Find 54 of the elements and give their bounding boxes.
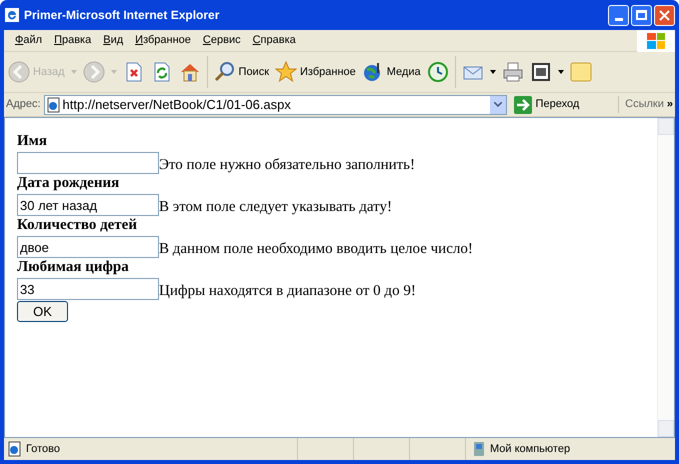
caret-icon bbox=[558, 70, 564, 74]
arrow-icon bbox=[514, 96, 532, 114]
menu-item[interactable]: Файл bbox=[10, 32, 48, 49]
document-icon bbox=[530, 61, 552, 83]
star-icon bbox=[275, 61, 298, 83]
validation-message: В этом поле следует указывать дату! bbox=[159, 198, 392, 216]
note-icon bbox=[570, 61, 592, 83]
field-label: Дата рождения bbox=[17, 174, 120, 192]
house-icon bbox=[178, 61, 201, 83]
close-button[interactable] bbox=[654, 4, 675, 26]
zone-text: Мой компьютер bbox=[490, 442, 570, 457]
address-label: Адрес: bbox=[6, 97, 41, 112]
browser-icon bbox=[4, 7, 20, 23]
validation-message: Это поле нужно обязательно заполнить! bbox=[159, 156, 416, 174]
caret-icon bbox=[110, 70, 117, 74]
caret-icon bbox=[70, 70, 77, 74]
validation-message: Цифры находятся в диапазоне от 0 до 9! bbox=[159, 282, 416, 300]
media-button[interactable]: Медиа bbox=[362, 54, 421, 90]
caret-icon bbox=[490, 70, 496, 74]
page-icon bbox=[7, 441, 23, 457]
menu-item[interactable]: Сервис bbox=[198, 32, 246, 49]
clock-icon bbox=[426, 61, 449, 83]
field-label: Количество детей bbox=[17, 216, 138, 234]
menu-item[interactable]: Справка bbox=[248, 32, 301, 49]
input-field[interactable]: двое bbox=[17, 236, 159, 258]
close-icon bbox=[659, 10, 670, 20]
menu-item[interactable]: Вид bbox=[98, 32, 128, 49]
windows-logo bbox=[637, 30, 675, 52]
ok-button[interactable]: OK bbox=[17, 301, 68, 322]
input-field[interactable] bbox=[17, 152, 159, 174]
minimize-button[interactable] bbox=[608, 4, 629, 26]
go-button[interactable]: Переход bbox=[514, 96, 580, 114]
search-button[interactable]: Поиск bbox=[214, 54, 270, 90]
more-links-button[interactable]: » bbox=[666, 96, 675, 113]
field-label: Любимая цифра bbox=[17, 258, 130, 276]
address-field[interactable]: http://netserver/NetBook/C1/01-06.aspx bbox=[44, 94, 507, 114]
menu-item[interactable]: Избранное bbox=[130, 32, 196, 49]
validation-message: В данном поле необходимо вводить целое число! bbox=[159, 240, 473, 258]
dropdown-button[interactable] bbox=[490, 96, 506, 114]
page-icon bbox=[46, 96, 62, 112]
field-label: Имя bbox=[17, 132, 48, 150]
computer-icon bbox=[472, 441, 486, 457]
links-button[interactable]: Ссылки bbox=[618, 96, 664, 113]
search-icon bbox=[214, 61, 236, 83]
maximize-button[interactable] bbox=[631, 4, 652, 26]
window-title: Primer-Microsoft Internet Explorer bbox=[24, 7, 220, 24]
status-text: Готово bbox=[26, 442, 60, 457]
favorites-button[interactable]: Избранное bbox=[275, 54, 356, 90]
scrollbar[interactable] bbox=[657, 118, 674, 437]
input-field[interactable]: 30 лет назад bbox=[17, 194, 159, 216]
input-field[interactable]: 33 bbox=[17, 278, 159, 300]
menu-item[interactable]: Правка bbox=[49, 32, 96, 49]
printer-icon bbox=[502, 61, 524, 83]
caret-icon bbox=[494, 102, 502, 107]
